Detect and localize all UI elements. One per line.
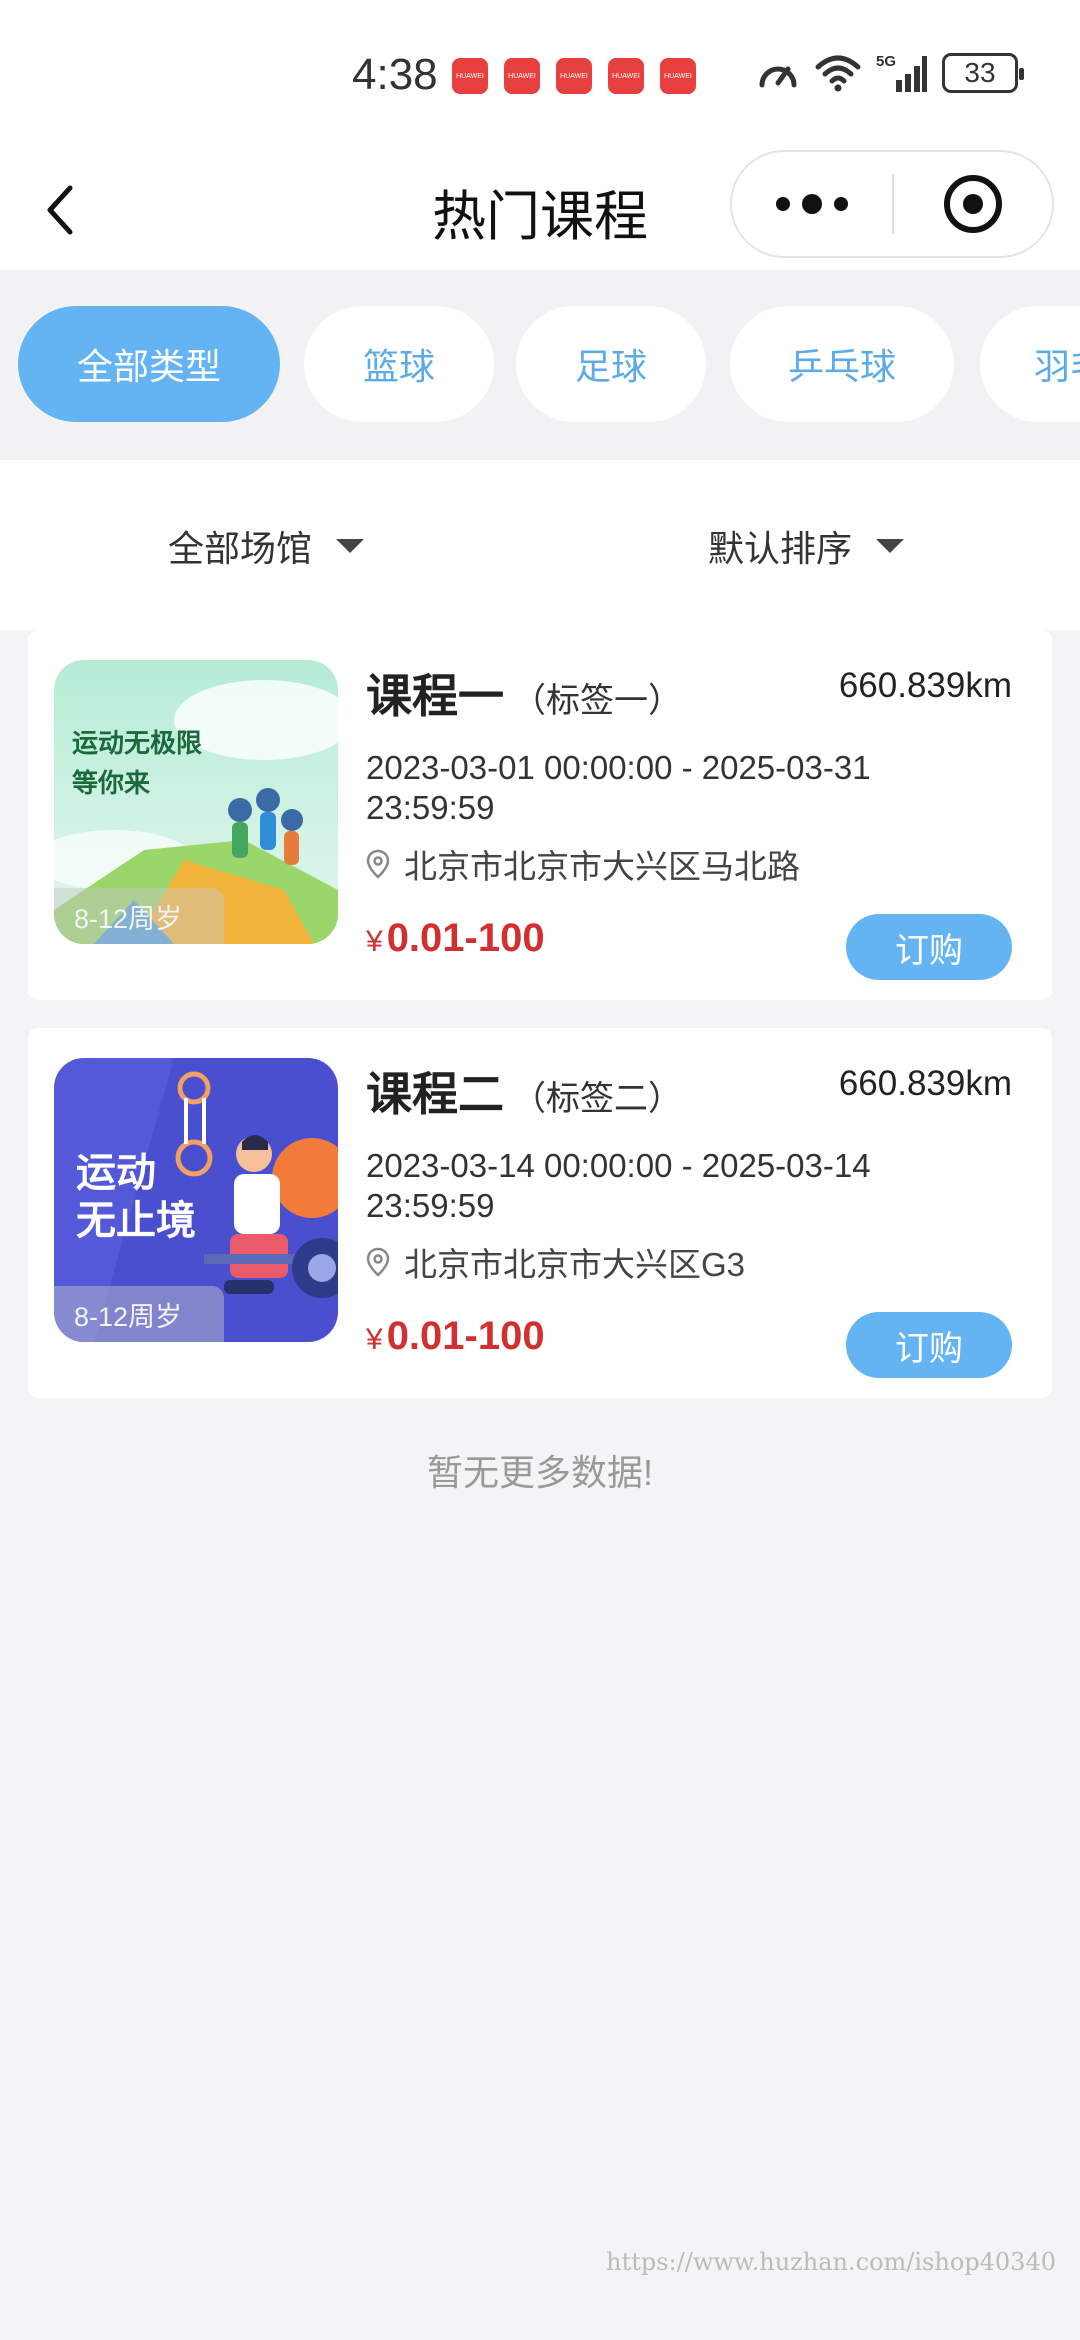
more-menu-button[interactable] [732, 152, 892, 256]
course-title: 课程一 （标签一） [366, 660, 682, 726]
course-tag: （标签二） [512, 1080, 682, 1118]
course-time-range: 2023-03-01 00:00:00 - 2025-03-31 23:59:5… [366, 749, 871, 826]
huawei-app-icon: HUAWEI [504, 58, 540, 94]
huawei-app-icon: HUAWEI [556, 58, 592, 94]
buy-button[interactable]: 订购 [846, 1312, 1012, 1378]
tab-badminton[interactable]: 羽毛球 [980, 306, 1080, 422]
svg-text:等你来: 等你来 [72, 768, 151, 799]
venue-filter-label: 全部场馆 [168, 528, 313, 569]
course-title: 课程二 （标签二） [366, 1058, 682, 1124]
no-more-data-text: 暂无更多数据! [426, 1452, 653, 1493]
course-address: 北京市北京市大兴区G3 [366, 1238, 745, 1286]
currency-symbol: ¥ [366, 925, 383, 958]
course-price: ¥ 0.01-100 [366, 916, 545, 961]
course-card[interactable]: 运动 无止境 8-12周岁 课程二 （标签二） 660.839km 2023-0… [28, 1028, 1052, 1398]
notification-icons: HUAWEI HUAWEI HUAWEI HUAWEI HUAWEI [452, 58, 696, 94]
svg-text:5G: 5G [876, 53, 896, 70]
location-pin-icon [366, 1247, 390, 1277]
buy-button[interactable]: 订购 [846, 914, 1012, 980]
battery-icon: 33 [942, 53, 1024, 93]
target-icon [944, 175, 1002, 233]
course-address: 北京市北京市大兴区马北路 [366, 840, 800, 888]
tab-table-tennis[interactable]: 乒乓球 [730, 306, 954, 422]
nav-bar: 热门课程 [0, 150, 1080, 270]
close-mini-program-button[interactable] [894, 152, 1052, 256]
tab-basketball[interactable]: 篮球 [304, 306, 494, 422]
course-name: 课程二 [366, 1068, 504, 1120]
currency-symbol: ¥ [366, 1323, 383, 1356]
signal-5g-icon: 5G [876, 53, 927, 92]
course-image: 运动无极限 等你来 8-12周岁 [54, 660, 338, 944]
watermark: https://www.huzhan.com/ishop40340 [606, 2248, 1056, 2276]
sort-filter[interactable]: 默认排序 [708, 520, 905, 572]
course-name: 课程一 [366, 670, 504, 722]
course-address-text: 北京市北京市大兴区马北路 [404, 848, 800, 885]
system-icons: 5G 33 [756, 52, 1024, 94]
svg-text:无止境: 无止境 [76, 1198, 196, 1244]
course-price: ¥ 0.01-100 [366, 1314, 545, 1359]
speed-icon [759, 66, 797, 88]
more-dot-icon [834, 197, 848, 211]
filter-bar: 全部场馆 默认排序 [0, 460, 1080, 630]
course-card[interactable]: 运动无极限 等你来 8-12周岁 课程一 （标签一） 660.839km 202… [28, 630, 1052, 1000]
wifi-icon [815, 55, 861, 92]
mini-program-capsule [730, 150, 1054, 258]
course-tag: （标签一） [512, 682, 682, 720]
more-dot-icon [776, 197, 790, 211]
huawei-app-icon: HUAWEI [660, 58, 696, 94]
status-bar: 4:38 HUAWEI HUAWEI HUAWEI HUAWEI HUAWEI … [0, 0, 1080, 150]
course-distance: 660.839km [838, 1064, 1012, 1103]
tab-all-types[interactable]: 全部类型 [18, 306, 280, 422]
course-distance: 660.839km [838, 666, 1012, 705]
caret-down-icon [876, 539, 905, 553]
course-time-range: 2023-03-14 00:00:00 - 2025-03-14 23:59:5… [366, 1147, 871, 1224]
age-range-label: 8-12周岁 [54, 888, 224, 944]
price-value: 0.01-100 [386, 1314, 545, 1358]
age-range-label: 8-12周岁 [54, 1286, 224, 1342]
sort-filter-label: 默认排序 [708, 528, 853, 569]
more-dot-icon [802, 194, 822, 214]
location-pin-icon [366, 849, 390, 879]
category-tabs: 全部类型 篮球 足球 乒乓球 羽毛球 [0, 270, 1080, 460]
course-image: 运动 无止境 8-12周岁 [54, 1058, 338, 1342]
huawei-app-icon: HUAWEI [608, 58, 644, 94]
course-address-text: 北京市北京市大兴区G3 [404, 1246, 746, 1283]
tab-football[interactable]: 足球 [516, 306, 706, 422]
venue-filter[interactable]: 全部场馆 [168, 520, 365, 572]
caret-down-icon [336, 539, 365, 553]
huawei-app-icon: HUAWEI [452, 58, 488, 94]
svg-text:运动: 运动 [76, 1150, 156, 1196]
status-time: 4:38 [352, 50, 438, 99]
price-value: 0.01-100 [386, 916, 545, 960]
svg-text:运动无极限: 运动无极限 [72, 729, 202, 759]
